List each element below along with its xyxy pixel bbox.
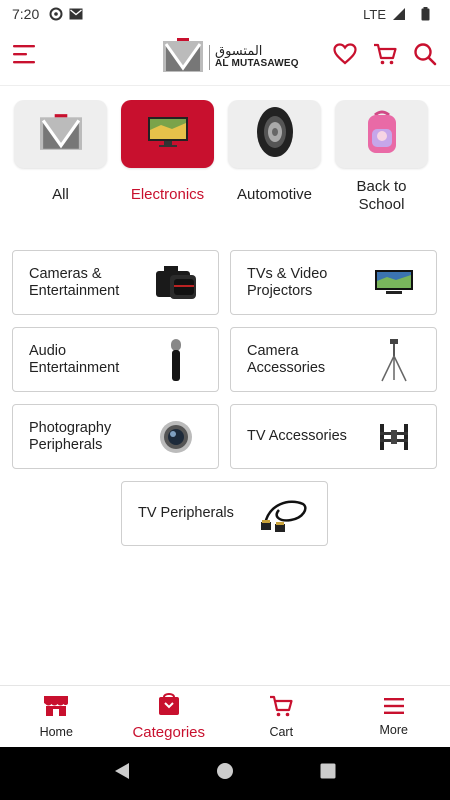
subcategory-label-line1: TVs & Video bbox=[247, 265, 328, 282]
cart-icon bbox=[269, 695, 293, 722]
category-all[interactable]: All bbox=[14, 100, 107, 225]
recents-square-icon bbox=[320, 763, 336, 784]
category-tile bbox=[335, 100, 428, 168]
app-header: المتسوق AL MUTASAWEQ bbox=[0, 28, 450, 86]
gmail-icon bbox=[69, 7, 83, 21]
categories-bag-icon bbox=[157, 692, 181, 721]
nav-more[interactable]: More bbox=[338, 686, 450, 747]
subcategory-cameras-entertainment[interactable]: Cameras & Entertainment bbox=[12, 250, 219, 315]
search-icon bbox=[413, 42, 437, 71]
tv-mount-icon bbox=[364, 412, 424, 462]
heart-icon bbox=[333, 43, 357, 70]
nav-cart[interactable]: Cart bbox=[225, 686, 338, 747]
network-label: LTE bbox=[363, 6, 386, 22]
subcategory-tv-accessories[interactable]: TV Accessories bbox=[230, 404, 437, 469]
menu-button[interactable] bbox=[10, 42, 40, 72]
nav-home[interactable]: Home bbox=[0, 686, 113, 747]
subcategory-label-line1: Photography bbox=[29, 419, 112, 436]
subcategory-camera-accessories[interactable]: Camera Accessories bbox=[230, 327, 437, 392]
recents-button[interactable] bbox=[316, 762, 340, 786]
tripod-icon bbox=[364, 335, 424, 385]
subcategory-label-line2: Projectors bbox=[247, 282, 313, 299]
logo-icon bbox=[163, 38, 203, 77]
bottom-navigation: Home Categories Cart More bbox=[0, 685, 450, 747]
category-tile bbox=[228, 100, 321, 168]
subcategory-label-line1: Audio bbox=[29, 342, 67, 359]
subcategory-tv-peripherals[interactable]: TV Peripherals bbox=[121, 481, 328, 546]
cart-button[interactable] bbox=[370, 42, 400, 72]
camera-icon bbox=[146, 258, 206, 308]
subcategory-tvs-projectors[interactable]: TVs & Video Projectors bbox=[230, 250, 437, 315]
category-label: All bbox=[52, 186, 69, 203]
store-icon bbox=[43, 695, 69, 722]
nav-categories[interactable]: Categories bbox=[113, 686, 226, 747]
subcategory-audio-entertainment[interactable]: Audio Entertainment bbox=[12, 327, 219, 392]
back-triangle-icon bbox=[114, 762, 130, 785]
category-tile bbox=[14, 100, 107, 168]
subcategory-label-line1: TV Peripherals bbox=[138, 505, 234, 521]
logo-arabic-text: المتسوق bbox=[215, 44, 263, 60]
microphone-icon bbox=[146, 335, 206, 385]
lens-icon bbox=[146, 412, 206, 462]
nav-label: More bbox=[379, 722, 408, 737]
logo-english-text: AL MUTASAWEQ bbox=[215, 58, 299, 70]
category-label: Automotive bbox=[236, 186, 313, 203]
android-navigation-bar bbox=[0, 747, 450, 800]
back-button[interactable] bbox=[110, 762, 134, 786]
category-label: Back to School bbox=[356, 178, 407, 213]
search-button[interactable] bbox=[410, 42, 440, 72]
status-bar: 7:20 LTE bbox=[0, 0, 450, 28]
subcategory-label-line1: Camera bbox=[247, 342, 299, 359]
hdmi-cable-icon bbox=[255, 489, 315, 539]
tire-icon bbox=[255, 106, 295, 163]
category-back-to-school[interactable]: Back to School bbox=[335, 100, 428, 225]
nav-label: Cart bbox=[269, 724, 294, 739]
cart-icon bbox=[373, 43, 397, 70]
data-saver-icon bbox=[49, 7, 63, 21]
subcategory-label-line1: Cameras & bbox=[29, 265, 102, 282]
category-tile bbox=[121, 100, 214, 168]
tv-icon bbox=[364, 258, 424, 308]
subcategory-label-line2: Peripherals bbox=[29, 436, 103, 453]
battery-icon bbox=[418, 7, 432, 21]
category-label: Electronics bbox=[130, 186, 205, 203]
backpack-icon bbox=[365, 109, 399, 160]
menu-icon bbox=[13, 44, 37, 69]
subcategory-label-line2: Entertainment bbox=[29, 359, 120, 376]
nav-label: Home bbox=[39, 724, 73, 739]
subcategory-label-line1: TV Accessories bbox=[247, 428, 347, 444]
category-electronics[interactable]: Electronics bbox=[121, 100, 214, 225]
nav-label: Categories bbox=[132, 724, 206, 741]
category-automotive[interactable]: Automotive bbox=[228, 100, 321, 225]
home-circle-icon bbox=[216, 762, 234, 785]
wishlist-button[interactable] bbox=[330, 42, 360, 72]
category-strip[interactable]: All Electronics Automotive Back to Schoo… bbox=[0, 100, 450, 225]
app-logo[interactable]: المتسوق AL MUTASAWEQ bbox=[163, 38, 299, 77]
subcategory-photography-peripherals[interactable]: Photography Peripherals bbox=[12, 404, 219, 469]
tv-icon bbox=[147, 116, 189, 153]
subcategory-label-line2: Accessories bbox=[247, 359, 326, 376]
home-button[interactable] bbox=[213, 762, 237, 786]
status-time: 7:20 bbox=[12, 6, 40, 22]
subcategory-label-line2: Entertainment bbox=[29, 282, 120, 299]
signal-icon bbox=[392, 7, 406, 21]
logo-icon bbox=[39, 113, 82, 156]
more-menu-icon bbox=[383, 697, 405, 720]
